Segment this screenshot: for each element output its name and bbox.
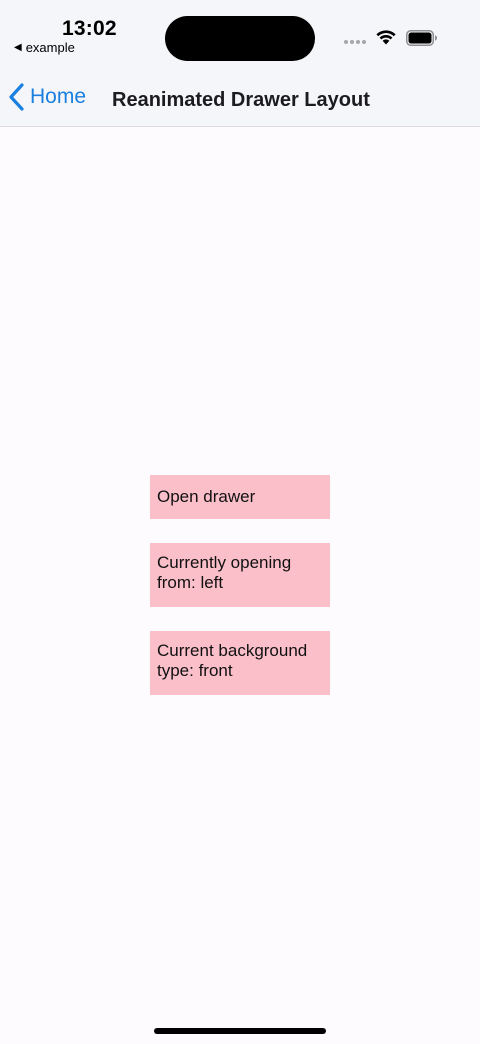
back-to-app-label: example — [25, 40, 75, 55]
nav-back-label: Home — [30, 85, 87, 108]
open-drawer-button[interactable]: Open drawer — [150, 475, 330, 519]
cellular-icon — [344, 40, 366, 44]
status-bar: 13:02 ◀ example — [0, 0, 480, 70]
nav-back-button[interactable]: Home — [8, 82, 86, 112]
opening-side-toggle-button[interactable]: Currently opening from: left — [150, 543, 330, 607]
status-time: 13:02 — [62, 17, 117, 40]
background-type-toggle-button[interactable]: Current background type: front — [150, 631, 330, 695]
back-to-app-link[interactable]: ◀ example — [14, 40, 75, 55]
screen: 13:02 ◀ example Home Reanimated Drawer L… — [0, 0, 480, 1044]
navigation-bar: Home Reanimated Drawer Layout — [0, 70, 480, 127]
home-indicator[interactable] — [154, 1028, 326, 1034]
main-content: Open drawer Currently opening from: left… — [0, 128, 480, 1044]
chevron-left-icon — [9, 83, 24, 111]
page-title: Reanimated Drawer Layout — [112, 89, 370, 111]
background-type-label: Current background type: front — [157, 641, 308, 680]
dynamic-island — [165, 16, 315, 61]
open-drawer-label: Open drawer — [157, 487, 256, 506]
wifi-icon — [376, 30, 396, 45]
back-triangle-icon: ◀ — [14, 42, 22, 53]
battery-icon — [406, 30, 437, 46]
opening-side-label: Currently opening from: left — [157, 553, 292, 592]
